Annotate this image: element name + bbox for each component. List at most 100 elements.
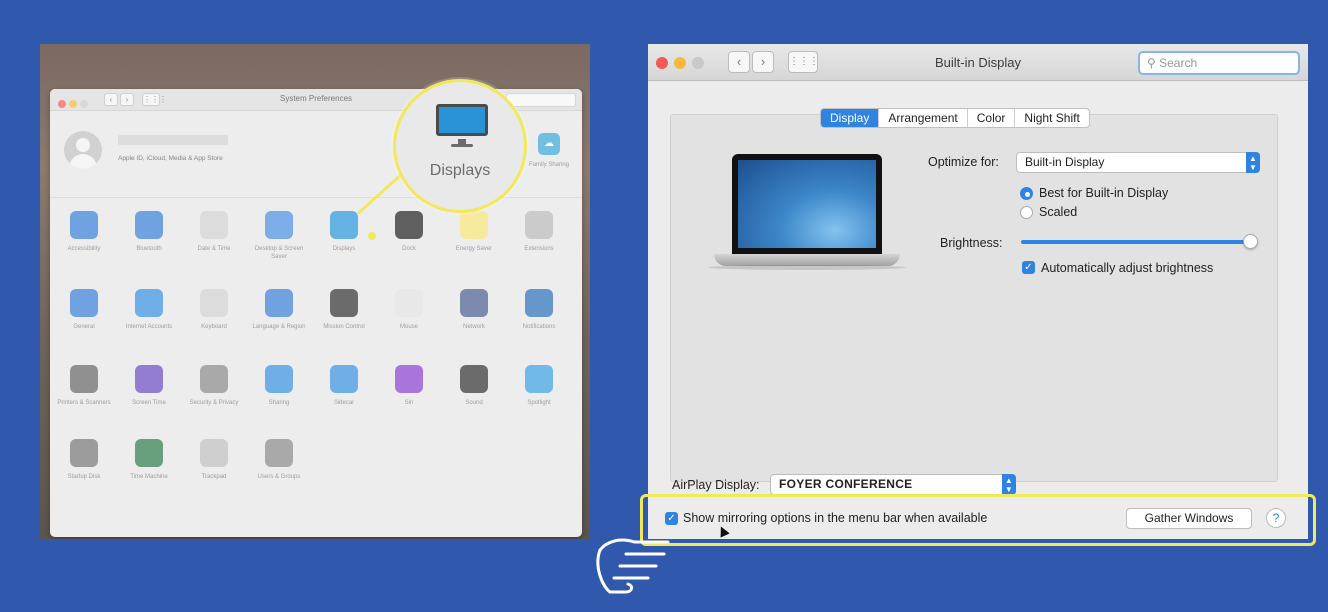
disk-icon (70, 439, 98, 467)
pref-label: Network (462, 324, 485, 330)
avatar[interactable] (64, 131, 102, 169)
radio-best-label: Best for Built-in Display (1039, 186, 1169, 200)
at-icon (135, 289, 163, 317)
pref-sharing[interactable]: Sharing (249, 365, 309, 407)
pref-spotlight[interactable]: Spotlight (509, 365, 569, 407)
pref-date-time[interactable]: Date & Time (184, 211, 244, 253)
pref-label: Notifications (522, 324, 556, 330)
time-machine-icon (135, 439, 163, 467)
accessibility-icon (70, 211, 98, 239)
airplay-label: AirPlay Display: (672, 478, 760, 492)
laptop-icon (732, 154, 882, 254)
pref-label: Mission Control (323, 324, 365, 330)
pref-mouse[interactable]: Mouse (379, 289, 439, 331)
tab-color[interactable]: Color (968, 109, 1016, 127)
family-sharing-label: Family Sharing (528, 162, 569, 168)
tab-display[interactable]: Display (821, 109, 880, 127)
notifications-icon (525, 289, 553, 317)
chevron-updown-icon: ▲ ▼ (1246, 152, 1260, 173)
pref-label: General (73, 324, 95, 330)
pref-sound[interactable]: Sound (444, 365, 504, 407)
pref-time-machine[interactable]: Time Machine (119, 439, 179, 481)
pref-language-region[interactable]: Language & Region (249, 289, 309, 331)
pref-dock[interactable]: Dock (379, 211, 439, 253)
radio-scaled-label: Scaled (1039, 205, 1078, 219)
radio-best-for-display[interactable] (1020, 187, 1033, 200)
airplay-select[interactable]: FOYER CONFERENCE ▲ ▼ (770, 474, 1016, 495)
search-input[interactable]: ⚲ Search (1138, 51, 1300, 75)
optimize-label: Optimize for: (928, 155, 999, 169)
display-icon (436, 104, 488, 136)
pref-label: Siri (404, 400, 414, 406)
pref-label: Spotlight (527, 400, 551, 406)
clock-icon (200, 211, 228, 239)
brightness-slider-knob[interactable] (1243, 234, 1258, 249)
airplay-value: FOYER CONFERENCE (779, 477, 913, 491)
search-icon: ⚲ (1147, 56, 1160, 70)
brightness-label: Brightness: (940, 236, 1003, 250)
mission-control-icon (330, 289, 358, 317)
pref-internet-accounts[interactable]: Internet Accounts (119, 289, 179, 331)
optimize-select[interactable]: Built-in Display ▲ ▼ (1016, 152, 1260, 173)
pref-keyboard[interactable]: Keyboard (184, 289, 244, 331)
pref-users-groups[interactable]: Users & Groups (249, 439, 309, 481)
puzzle-icon (525, 211, 553, 239)
tab-bar: Display Arrangement Color Night Shift (820, 108, 1090, 128)
laptop-wallpaper (738, 160, 876, 248)
tab-night-shift[interactable]: Night Shift (1015, 109, 1088, 127)
spotlight-icon (525, 365, 553, 393)
pref-notifications[interactable]: Notifications (509, 289, 569, 331)
pref-label: Language & Region (252, 324, 306, 330)
pref-sidecar[interactable]: Sidecar (314, 365, 374, 407)
tab-arrangement[interactable]: Arrangement (879, 109, 968, 127)
callout-label: Displays (429, 162, 491, 179)
pref-energy-saver[interactable]: Energy Saver (444, 211, 504, 253)
pref-label: Sidecar (333, 400, 355, 406)
pref-extensions[interactable]: Extensions (509, 211, 569, 253)
brightness-slider[interactable] (1021, 240, 1253, 244)
bluetooth-icon (135, 211, 163, 239)
pointing-hand-icon (596, 538, 670, 594)
pref-label: Trackpad (201, 474, 227, 480)
pref-displays[interactable]: Displays (314, 211, 374, 253)
pref-label: Printers & Scanners (57, 400, 111, 406)
flag-icon (265, 289, 293, 317)
apple-id-caption: Apple ID, iCloud, Media & App Store (118, 155, 223, 162)
speaker-icon (460, 365, 488, 393)
siri-icon (395, 365, 423, 393)
pref-mission-control[interactable]: Mission Control (314, 289, 374, 331)
pref-accessibility[interactable]: Accessibility (54, 211, 114, 253)
pref-printers-scanners[interactable]: Printers & Scanners (54, 365, 114, 407)
dock-icon (395, 211, 423, 239)
pref-label: Sharing (268, 400, 290, 406)
pref-trackpad[interactable]: Trackpad (184, 439, 244, 481)
trackpad-icon (200, 439, 228, 467)
users-icon (265, 439, 293, 467)
pref-label: Accessibility (67, 246, 101, 252)
pref-label: Users & Groups (257, 474, 301, 480)
pref-screen-time[interactable]: Screen Time (119, 365, 179, 407)
pref-network[interactable]: Network (444, 289, 504, 331)
radio-scaled[interactable] (1020, 206, 1033, 219)
chevron-updown-icon: ▲ ▼ (1002, 474, 1016, 495)
sidecar-icon (330, 365, 358, 393)
display-icon (330, 211, 358, 239)
pref-label: Startup Disk (67, 474, 101, 480)
pref-label: Screen Time (132, 400, 166, 406)
pref-bluetooth[interactable]: Bluetooth (119, 211, 179, 253)
family-sharing-pref[interactable]: ☁ Family Sharing (528, 133, 570, 169)
pref-label: Displays (332, 246, 356, 252)
pref-security-privacy[interactable]: Security & Privacy (184, 365, 244, 407)
pref-siri[interactable]: Siri (379, 365, 439, 407)
pref-label: Desktop & Screen Saver (254, 246, 304, 260)
callout-dot (368, 232, 376, 240)
search-field[interactable] (506, 93, 576, 107)
pref-label: Dock (402, 246, 416, 252)
pref-label: Energy Saver (455, 246, 493, 252)
mouse-icon (395, 289, 423, 317)
pref-general[interactable]: General (54, 289, 114, 331)
hourglass-icon (135, 365, 163, 393)
pref-desktop-screen-saver[interactable]: Desktop & Screen Saver (249, 211, 309, 261)
auto-brightness-checkbox[interactable]: ✓ (1022, 261, 1035, 274)
pref-startup-disk[interactable]: Startup Disk (54, 439, 114, 481)
